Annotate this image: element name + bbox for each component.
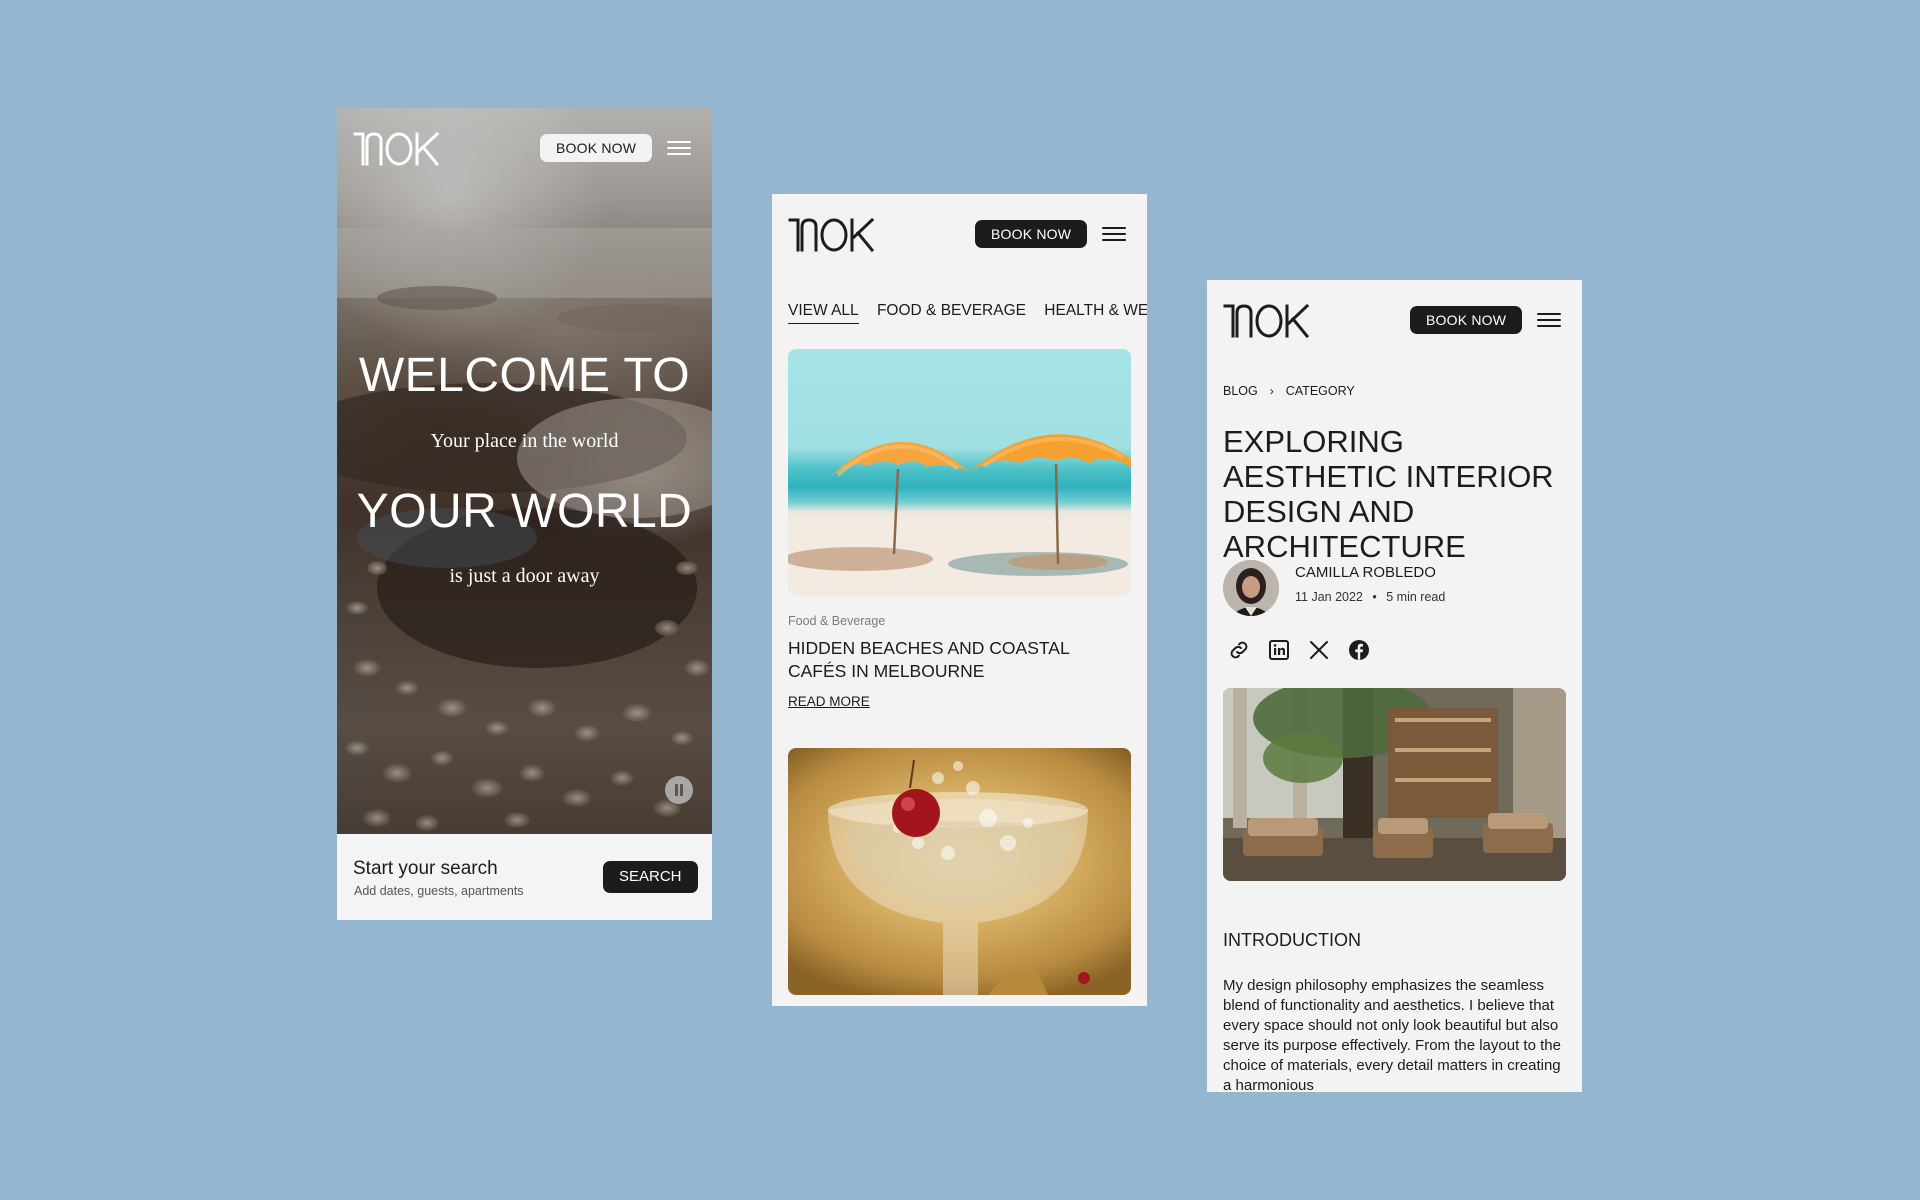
- card-category: Food & Beverage: [788, 614, 886, 628]
- nok-logo[interactable]: [353, 132, 439, 166]
- author-avatar[interactable]: [1223, 560, 1279, 616]
- header: BOOK NOW: [337, 108, 712, 188]
- article-meta: 11 Jan 2022 • 5 min read: [1295, 590, 1445, 604]
- meta-separator: •: [1372, 590, 1377, 604]
- search-subtitle: Add dates, guests, apartments: [354, 884, 524, 898]
- hero-image: WELCOME TO Your place in the world YOUR …: [337, 108, 712, 834]
- linkedin-icon[interactable]: [1267, 638, 1291, 662]
- pause-icon[interactable]: [665, 776, 693, 804]
- search-bar[interactable]: Start your search Add dates, guests, apa…: [337, 834, 712, 920]
- category-tabs: VIEW ALL FOOD & BEVERAGE HEALTH & WELL: [788, 302, 1147, 324]
- nok-logo[interactable]: [788, 218, 874, 252]
- article-screen: BOOK NOW BLOG › CATEGORY EXPLORING AESTHET…: [1207, 280, 1582, 1092]
- breadcrumb-category[interactable]: CATEGORY: [1286, 384, 1355, 398]
- card-title[interactable]: HIDDEN BEACHES AND COASTAL CAFÉS IN MELB…: [788, 637, 1128, 683]
- hero-subtagline: is just a door away: [449, 565, 600, 587]
- book-now-button[interactable]: BOOK NOW: [975, 220, 1088, 248]
- hamburger-icon[interactable]: [1102, 224, 1126, 244]
- article-title: EXPLORING AESTHETIC INTERIOR DESIGN AND …: [1223, 424, 1554, 564]
- read-more-link[interactable]: READ MORE: [788, 694, 870, 709]
- article-body: My design philosophy emphasizes the seam…: [1223, 977, 1561, 1092]
- facebook-icon[interactable]: [1347, 638, 1371, 662]
- tab-health-wellness[interactable]: HEALTH & WELL: [1044, 302, 1147, 323]
- hero-heading-line-1: WELCOME TO: [358, 349, 691, 402]
- chevron-right-icon: ›: [1269, 384, 1274, 398]
- hero-tagline: Your place in the world: [430, 430, 619, 452]
- header: BOOK NOW: [772, 194, 1147, 274]
- header: BOOK NOW: [1207, 280, 1582, 360]
- section-heading: INTRODUCTION: [1223, 930, 1361, 950]
- breadcrumb: BLOG › CATEGORY: [1223, 384, 1355, 398]
- link-icon[interactable]: [1227, 638, 1251, 662]
- tab-view-all[interactable]: VIEW ALL: [788, 302, 859, 324]
- book-now-button[interactable]: BOOK NOW: [1410, 306, 1523, 334]
- search-button[interactable]: SEARCH: [603, 861, 698, 893]
- tab-food-beverage[interactable]: FOOD & BEVERAGE: [877, 302, 1026, 323]
- search-title: Start your search: [353, 858, 498, 879]
- interior-lounge-image[interactable]: [1223, 688, 1566, 881]
- breadcrumb-blog[interactable]: BLOG: [1223, 384, 1258, 398]
- beach-umbrella-image[interactable]: [788, 349, 1131, 596]
- hero-heading-line-2: YOUR WORLD: [356, 485, 693, 538]
- book-now-button[interactable]: BOOK NOW: [540, 134, 653, 162]
- home-screen: WELCOME TO Your place in the world YOUR …: [337, 108, 712, 920]
- author-name[interactable]: CAMILLA ROBLEDO: [1295, 564, 1436, 581]
- hamburger-icon[interactable]: [667, 138, 691, 158]
- blog-list-screen: BOOK NOW VIEW ALL FOOD & BEVERAGE HEALTH…: [772, 194, 1147, 1006]
- publish-date: 11 Jan 2022: [1295, 590, 1363, 604]
- cocktail-image[interactable]: [788, 748, 1131, 995]
- nok-logo[interactable]: [1223, 304, 1309, 338]
- x-icon[interactable]: [1307, 638, 1331, 662]
- hamburger-icon[interactable]: [1537, 310, 1561, 330]
- hero-overlay: [337, 108, 712, 834]
- read-time: 5 min read: [1386, 590, 1446, 604]
